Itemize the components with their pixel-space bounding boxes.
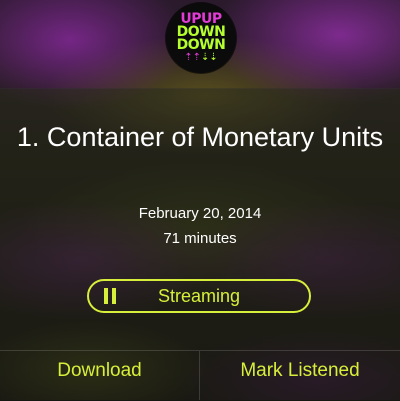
arrow-up-icon: ⇡⇡ <box>184 52 201 63</box>
logo-line-3: DOWN <box>176 37 226 53</box>
arrow-down-icon: ⇣⇣ <box>201 52 218 63</box>
streaming-button[interactable]: Streaming <box>87 279 311 313</box>
mark-listened-button[interactable]: Mark Listened <box>200 351 400 400</box>
episode-duration: 71 minutes <box>163 230 237 247</box>
podcast-logo: UPUP DOWN DOWN ⇡⇡ ⇣⇣ <box>166 3 236 73</box>
episode-title: 1. Container of Monetary Units <box>16 122 384 152</box>
streaming-label: Streaming <box>157 286 241 306</box>
logo-arrows: ⇡⇡ ⇣⇣ <box>184 53 218 63</box>
episode-date: February 20, 2014 <box>138 205 262 222</box>
download-button[interactable]: Download <box>0 351 199 400</box>
